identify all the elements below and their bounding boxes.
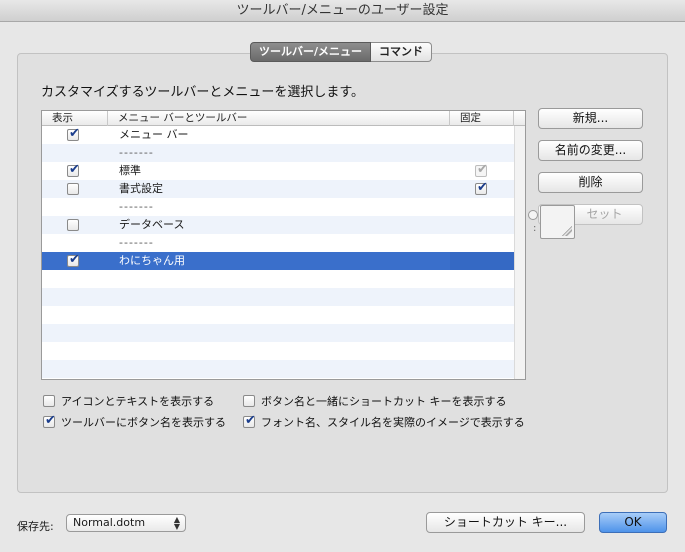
- fixed-checkbox: [475, 162, 488, 177]
- window-title: ツールバー/メニューのユーザー設定: [236, 3, 449, 18]
- window-titlebar[interactable]: ツールバー/メニューのユーザー設定: [0, 0, 685, 22]
- list-row[interactable]: わにちゃん用: [42, 252, 514, 270]
- fixed-column-cell: [450, 126, 514, 144]
- updown-arrows-icon: ▲ ▼: [173, 515, 180, 531]
- toolbar-list[interactable]: 表示 メニュー バーとツールバー 固定 メニュー バー ------- 標準書式設定…: [41, 110, 526, 380]
- show-checkbox[interactable]: [67, 252, 80, 267]
- empty-row: [42, 324, 514, 342]
- instruction-text: カスタマイズするツールバーとメニューを選択します。: [41, 85, 365, 100]
- new-button[interactable]: 新規...: [538, 108, 643, 129]
- option-show-shortcut-keys[interactable]: ボタン名と一緒にショートカット キーを表示する: [243, 393, 507, 409]
- save-in-label: 保存先:: [17, 520, 54, 533]
- shortcut-keys-button[interactable]: ショートカット キー...: [426, 512, 585, 533]
- show-checkbox[interactable]: [67, 219, 79, 231]
- empty-row: [42, 288, 514, 306]
- empty-row: [42, 306, 514, 324]
- show-checkbox[interactable]: [67, 162, 80, 177]
- save-in-select[interactable]: Normal.dotm ▲ ▼: [66, 514, 186, 532]
- separator-label: -------: [119, 236, 154, 249]
- list-row[interactable]: -------: [42, 144, 514, 162]
- ok-button[interactable]: OK: [599, 512, 667, 533]
- fixed-column-cell: [450, 198, 514, 216]
- tab-toolbars-menus[interactable]: ツールバー/メニュー: [250, 42, 372, 62]
- option-checkbox[interactable]: [43, 395, 55, 407]
- tab-bar: ツールバー/メニュー コマンド: [250, 42, 433, 62]
- list-row[interactable]: 書式設定: [42, 180, 514, 198]
- option-label: ボタン名と一緒にショートカット キーを表示する: [261, 395, 507, 408]
- show-checkbox[interactable]: [67, 126, 80, 141]
- toolbar-name: 標準: [119, 164, 141, 177]
- list-row[interactable]: データベース: [42, 216, 514, 234]
- option-label: フォント名、スタイル名を実際のイメージで表示する: [261, 416, 525, 429]
- list-row[interactable]: 標準: [42, 162, 514, 180]
- tab-commands[interactable]: コマンド: [371, 42, 433, 62]
- option-checkbox[interactable]: [243, 413, 256, 428]
- list-scrollbar[interactable]: [514, 126, 525, 379]
- list-row[interactable]: -------: [42, 234, 514, 252]
- separator-label: -------: [119, 200, 154, 213]
- column-header-name[interactable]: メニュー バーとツールバー: [108, 111, 450, 126]
- list-row[interactable]: -------: [42, 198, 514, 216]
- option-show-font-preview[interactable]: フォント名、スタイル名を実際のイメージで表示する: [243, 413, 525, 430]
- toolbar-name: メニュー バー: [119, 128, 189, 141]
- option-label: アイコンとテキストを表示する: [61, 395, 215, 408]
- rename-button[interactable]: 名前の変更...: [538, 140, 643, 161]
- fixed-column-cell: [450, 234, 514, 252]
- fixed-column-cell: [450, 144, 514, 162]
- option-checkbox[interactable]: [43, 413, 56, 428]
- list-rows: メニュー バー ------- 標準書式設定 ------- データベース -------…: [42, 126, 514, 378]
- option-show-icon-text[interactable]: アイコンとテキストを表示する: [43, 393, 214, 409]
- option-label: ツールバーにボタン名を表示する: [61, 416, 226, 429]
- resize-widget[interactable]: [540, 205, 575, 239]
- column-header-fixed[interactable]: 固定: [450, 111, 514, 126]
- separator-label: -------: [119, 146, 154, 159]
- toolbar-name: わにちゃん用: [119, 254, 185, 267]
- resize-grip-icon[interactable]: [562, 226, 572, 236]
- empty-row: [42, 360, 514, 378]
- fixed-column-cell: [450, 216, 514, 234]
- option-checkbox[interactable]: [243, 395, 255, 407]
- save-in-value: Normal.dotm: [73, 516, 146, 529]
- empty-row: [42, 270, 514, 288]
- empty-row: [42, 342, 514, 360]
- fixed-checkbox[interactable]: [475, 180, 488, 195]
- column-header-show[interactable]: 表示: [42, 111, 108, 126]
- colon-icon: :: [533, 223, 537, 234]
- toolbar-name: データベース: [119, 218, 185, 231]
- show-checkbox[interactable]: [67, 183, 79, 195]
- option-show-button-names[interactable]: ツールバーにボタン名を表示する: [43, 413, 226, 430]
- fixed-column-cell: [450, 252, 514, 270]
- list-row[interactable]: メニュー バー: [42, 126, 514, 144]
- radio-circle-icon: [528, 210, 538, 220]
- delete-button[interactable]: 削除: [538, 172, 643, 193]
- list-header: 表示 メニュー バーとツールバー 固定: [42, 111, 525, 126]
- toolbar-name: 書式設定: [119, 182, 163, 195]
